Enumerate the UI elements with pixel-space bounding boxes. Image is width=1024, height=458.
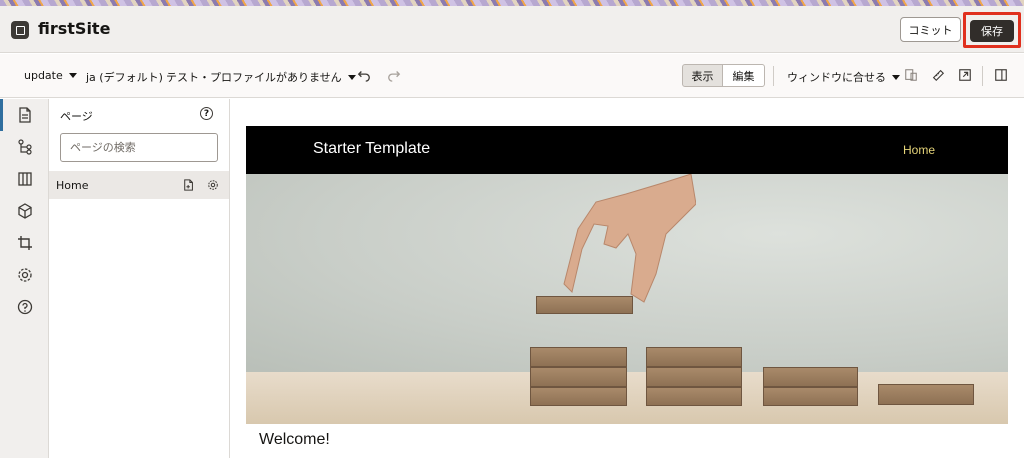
components-icon[interactable]	[0, 163, 49, 195]
block-stack-2	[646, 387, 742, 406]
hero-image	[246, 174, 1008, 424]
profile-dropdown[interactable]: テスト・プロファイルがありません	[166, 69, 356, 85]
page-settings-icon[interactable]	[206, 178, 220, 192]
site-navbar: Starter Template Home	[246, 126, 1008, 174]
page-name: Home	[56, 178, 89, 192]
block-stack-3	[763, 387, 858, 406]
save-button[interactable]: 保存	[970, 20, 1014, 42]
branch-dropdown[interactable]: update	[24, 69, 77, 82]
profile-label: テスト・プロファイルがありません	[166, 71, 342, 84]
block-stack-1	[530, 387, 627, 406]
help-icon[interactable]: ?	[200, 107, 213, 120]
undo-icon[interactable]	[356, 67, 372, 83]
redo-icon[interactable]	[386, 67, 402, 83]
site-logo-icon	[11, 21, 29, 39]
add-page-icon[interactable]	[182, 178, 196, 192]
crop-icon[interactable]	[0, 227, 49, 259]
zoom-label: ウィンドウに合せる	[787, 71, 886, 84]
block-stack-2	[646, 347, 742, 367]
panel-title: ページ	[60, 110, 93, 123]
block-stack-4	[878, 384, 974, 405]
block-stack-1	[530, 347, 627, 367]
device-preview-icon[interactable]	[903, 67, 919, 83]
settings-icon[interactable]	[0, 259, 49, 291]
view-mode-button[interactable]: 表示	[682, 64, 723, 87]
toolbar-divider	[982, 66, 983, 86]
edit-mode-button[interactable]: 編集	[722, 64, 765, 87]
assets-icon[interactable]	[0, 195, 49, 227]
branch-label: update	[24, 69, 63, 82]
site-title: firstSite	[38, 19, 111, 38]
held-block	[536, 296, 633, 314]
zoom-dropdown[interactable]: ウィンドウに合せる	[787, 69, 900, 85]
page-list-item[interactable]: Home	[49, 171, 229, 199]
pages-panel: ページ ? Home	[49, 99, 230, 458]
ruler-icon[interactable]	[930, 67, 946, 83]
commit-button[interactable]: コミット	[900, 17, 961, 42]
block-stack-2	[646, 367, 742, 387]
block-stack-3	[763, 367, 858, 387]
structure-icon[interactable]	[0, 131, 49, 163]
pages-icon[interactable]	[0, 99, 49, 131]
language-label: ja (デフォルト)	[86, 71, 163, 84]
chevron-down-icon	[347, 74, 356, 80]
help-icon[interactable]	[0, 291, 49, 323]
site-nav-home-link[interactable]: Home	[903, 143, 935, 157]
chevron-down-icon	[892, 74, 900, 80]
open-in-new-icon[interactable]	[957, 67, 973, 83]
editor-toolbar: update ja (デフォルト) テスト・プロファイルがありません 表示 編集…	[0, 54, 1024, 98]
left-icon-rail	[0, 99, 49, 458]
panel-toggle-icon[interactable]	[993, 67, 1009, 83]
welcome-heading: Welcome!	[259, 431, 330, 448]
page-preview-canvas: Starter Template Home Welcome!	[231, 99, 1024, 458]
save-button-highlight: 保存	[963, 12, 1021, 48]
block-stack-1	[530, 367, 627, 387]
chevron-down-icon	[68, 73, 77, 78]
app-header: firstSite コミット 保存	[0, 6, 1024, 53]
site-brand[interactable]: Starter Template	[313, 140, 430, 158]
toolbar-divider	[773, 66, 774, 86]
hand-illustration	[563, 174, 696, 303]
page-search-input[interactable]	[60, 133, 218, 162]
language-dropdown[interactable]: ja (デフォルト)	[86, 69, 163, 85]
